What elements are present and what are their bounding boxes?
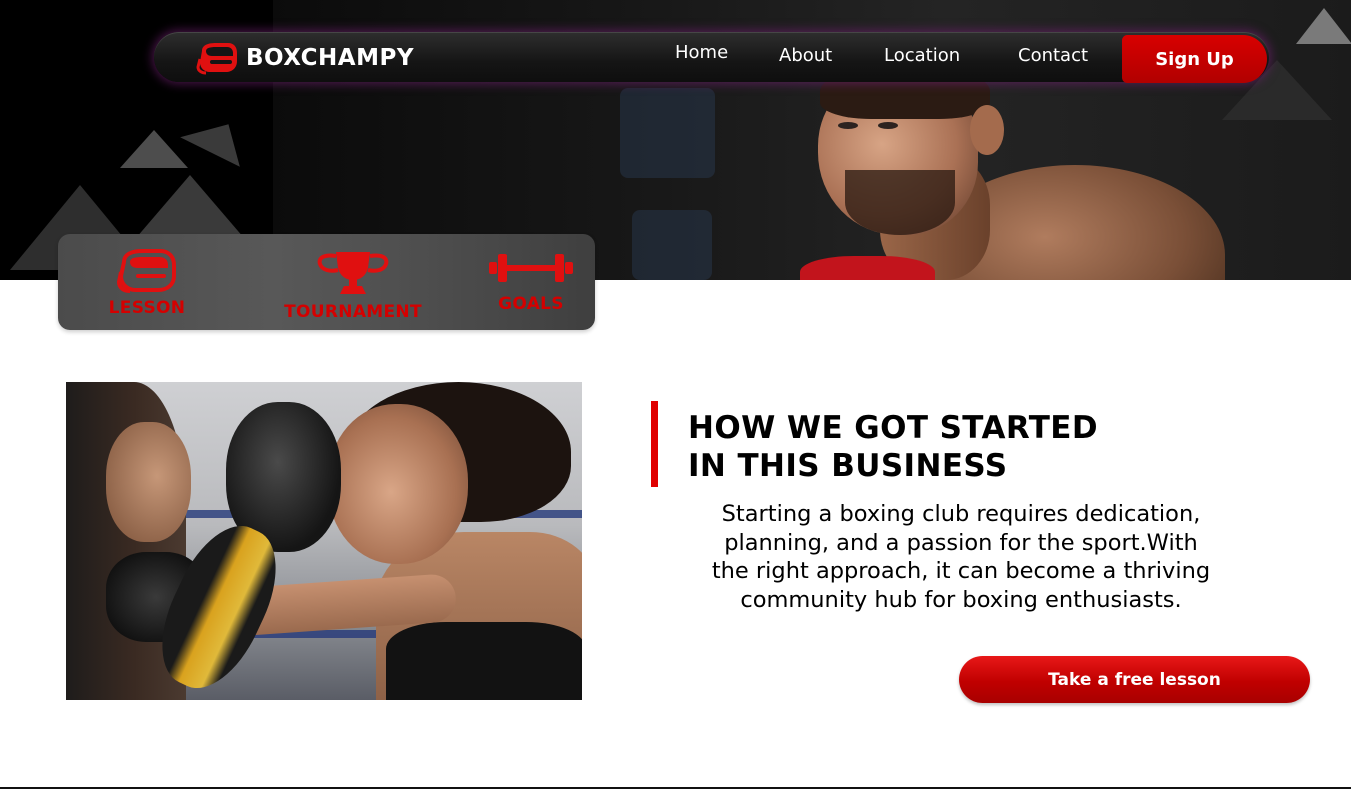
brand-logo[interactable]: BOXCHAMPY (196, 41, 414, 75)
body-line: planning, and a passion for the sport.Wi… (724, 529, 1198, 556)
dumbbell-icon (489, 254, 573, 282)
section-heading: HOW WE GOT STARTED IN THIS BUSINESS (688, 409, 1288, 485)
feature-lesson[interactable]: LESSON (97, 248, 197, 318)
heading-line: IN THIS BUSINESS (688, 448, 1008, 484)
feature-label: TOURNAMENT (284, 302, 422, 322)
nav-link-home[interactable]: Home (675, 42, 728, 63)
boxing-glove-icon (116, 249, 176, 293)
heading-line: HOW WE GOT STARTED (688, 410, 1098, 446)
sign-up-button[interactable]: Sign Up (1122, 35, 1267, 83)
body-line: community hub for boxing enthusiasts. (740, 586, 1182, 613)
feature-goals[interactable]: GOALS (485, 250, 577, 314)
body-line: Starting a boxing club requires dedicati… (721, 501, 1201, 527)
free-lesson-button[interactable]: Take a free lesson (959, 656, 1310, 703)
section-body-text: Starting a boxing club requires dedicati… (612, 500, 1310, 614)
nav-link-contact[interactable]: Contact (1018, 45, 1088, 66)
feature-label: LESSON (108, 298, 186, 318)
body-line: the right approach, it can become a thri… (711, 558, 1211, 584)
boxing-training-photo (66, 382, 582, 700)
heading-accent-bar (651, 401, 658, 487)
feature-tournament[interactable]: TOURNAMENT (268, 250, 438, 322)
boxing-glove-icon (196, 43, 237, 75)
trophy-icon (317, 252, 389, 294)
nav-link-about[interactable]: About (779, 45, 832, 66)
punching-bag-background (620, 88, 715, 178)
decor-triangle (120, 130, 188, 168)
feature-label: GOALS (498, 294, 564, 314)
hero-boxer-image (760, 60, 1230, 280)
brand-name: BOXCHAMPY (246, 45, 415, 71)
nav-link-location[interactable]: Location (884, 45, 960, 66)
decor-triangle (1296, 8, 1351, 44)
punching-bag-background (632, 210, 712, 280)
